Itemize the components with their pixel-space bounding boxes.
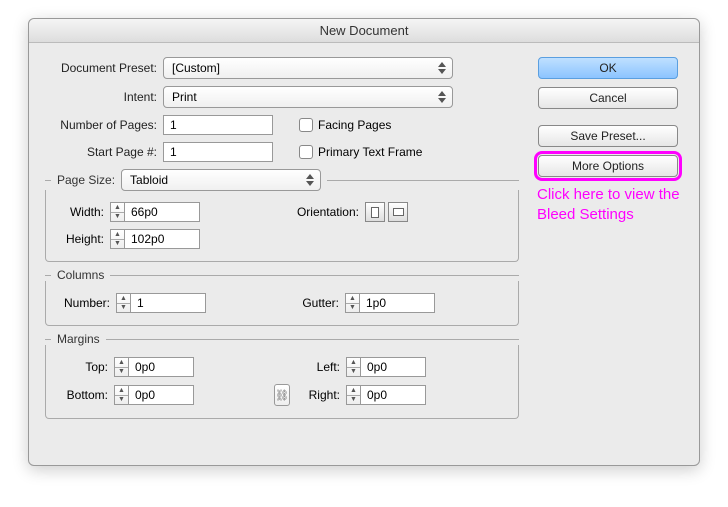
margin-left-input[interactable]: 0p0 xyxy=(360,357,426,377)
margin-right-label: Right: xyxy=(298,388,346,402)
margins-title: Margins xyxy=(57,332,100,346)
orientation-landscape-button[interactable] xyxy=(388,202,408,222)
orientation-label: Orientation: xyxy=(285,205,365,219)
pages-label: Number of Pages: xyxy=(45,118,163,132)
save-preset-button[interactable]: Save Preset... xyxy=(538,125,678,147)
cancel-button[interactable]: Cancel xyxy=(538,87,678,109)
gutter-stepper[interactable]: ▲▼ xyxy=(345,293,359,313)
start-page-label: Start Page #: xyxy=(45,145,163,159)
facing-pages-label: Facing Pages xyxy=(318,118,391,132)
primary-text-checkbox[interactable] xyxy=(299,145,313,159)
margin-left-label: Left: xyxy=(298,360,346,374)
margin-top-label: Top: xyxy=(56,360,114,374)
gutter-input[interactable]: 1p0 xyxy=(359,293,435,313)
height-label: Height: xyxy=(56,232,110,246)
width-input[interactable]: 66p0 xyxy=(124,202,200,222)
preset-label: Document Preset: xyxy=(45,61,163,75)
columns-title: Columns xyxy=(57,268,104,282)
columns-number-stepper[interactable]: ▲▼ xyxy=(116,293,130,313)
columns-number-label: Number: xyxy=(56,296,116,310)
pagesize-select[interactable]: Tabloid xyxy=(121,169,321,191)
margin-right-input[interactable]: 0p0 xyxy=(360,385,426,405)
width-label: Width: xyxy=(56,205,110,219)
pages-input[interactable]: 1 xyxy=(163,115,273,135)
margin-left-stepper[interactable]: ▲▼ xyxy=(346,357,360,377)
annotation-text: Click here to view the Bleed Settings xyxy=(533,185,683,224)
new-document-dialog: New Document Document Preset: [Custom] I… xyxy=(28,18,700,466)
margin-bottom-stepper[interactable]: ▲▼ xyxy=(114,385,128,405)
facing-pages-checkbox[interactable] xyxy=(299,118,313,132)
gutter-label: Gutter: xyxy=(285,296,345,310)
margin-top-input[interactable]: 0p0 xyxy=(128,357,194,377)
ok-button[interactable]: OK xyxy=(538,57,678,79)
margin-bottom-input[interactable]: 0p0 xyxy=(128,385,194,405)
intent-label: Intent: xyxy=(45,90,163,104)
orientation-portrait-button[interactable] xyxy=(365,202,385,222)
margin-top-stepper[interactable]: ▲▼ xyxy=(114,357,128,377)
dialog-title: New Document xyxy=(29,19,699,43)
link-margins-icon[interactable]: ⛓ xyxy=(274,384,290,406)
height-input[interactable]: 102p0 xyxy=(124,229,200,249)
columns-number-input[interactable]: 1 xyxy=(130,293,206,313)
width-stepper[interactable]: ▲▼ xyxy=(110,202,124,222)
more-options-button[interactable]: More Options xyxy=(538,155,678,177)
preset-select[interactable]: [Custom] xyxy=(163,57,453,79)
pagesize-title: Page Size: xyxy=(57,173,115,187)
intent-select[interactable]: Print xyxy=(163,86,453,108)
margin-right-stepper[interactable]: ▲▼ xyxy=(346,385,360,405)
primary-text-label: Primary Text Frame xyxy=(318,145,422,159)
start-page-input[interactable]: 1 xyxy=(163,142,273,162)
margin-bottom-label: Bottom: xyxy=(56,388,114,402)
height-stepper[interactable]: ▲▼ xyxy=(110,229,124,249)
